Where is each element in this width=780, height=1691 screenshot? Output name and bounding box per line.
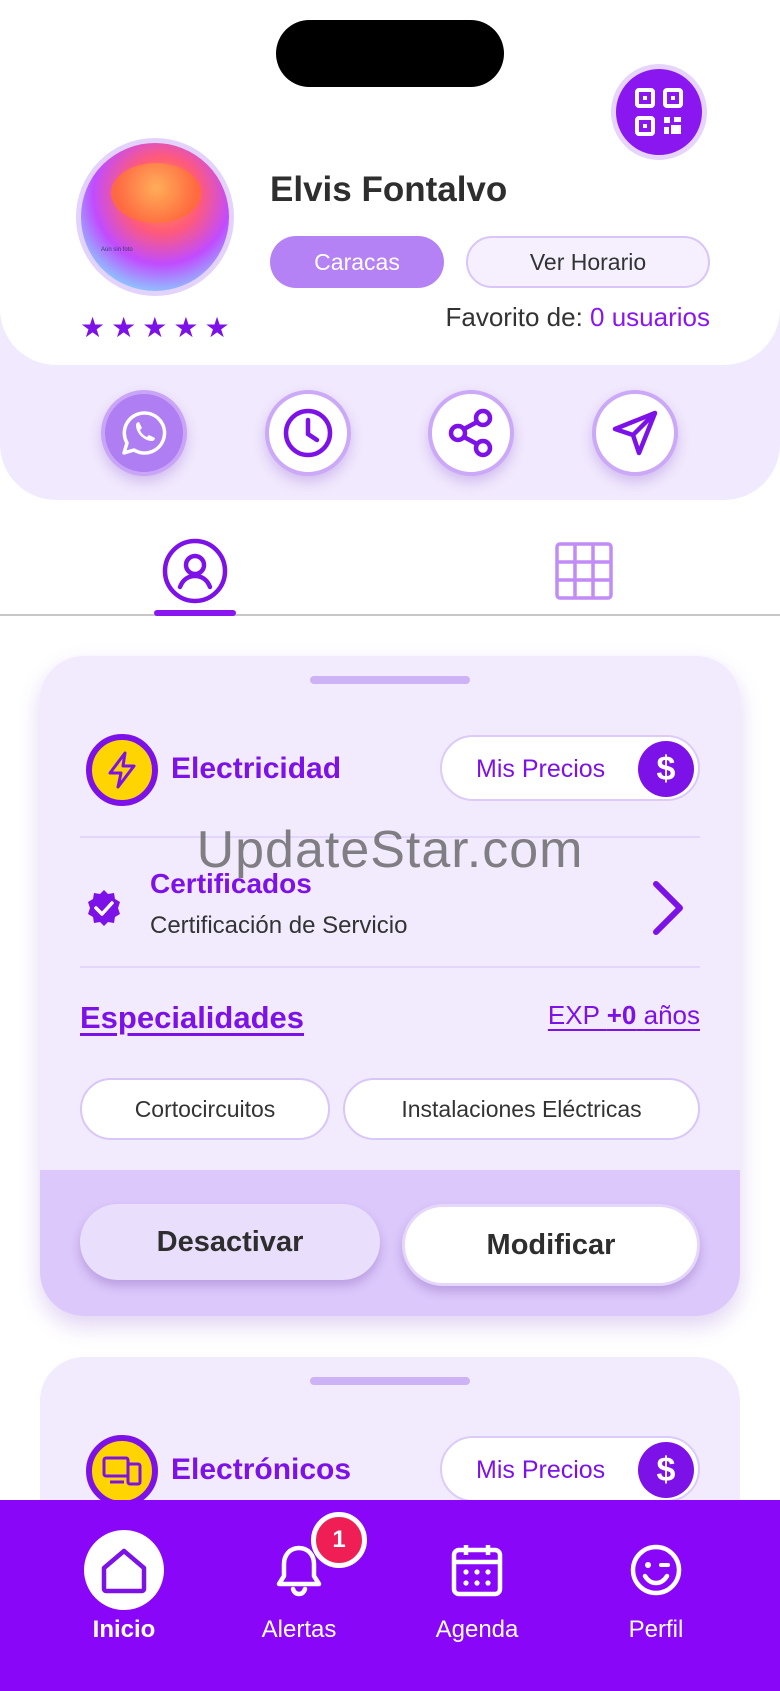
star-icon: ★ <box>173 312 199 343</box>
lightning-icon <box>108 751 136 789</box>
divider <box>80 966 700 968</box>
dollar-icon: $ <box>638 1442 694 1498</box>
star-icon: ★ <box>142 312 168 343</box>
tab-grid[interactable] <box>544 536 624 606</box>
nav-label: Inicio <box>92 1616 156 1643</box>
whatsapp-button[interactable] <box>101 390 187 476</box>
calendar-icon <box>451 1545 503 1597</box>
avatar-image-shape <box>111 163 201 223</box>
favorites-count[interactable]: 0 usuarios <box>590 302 710 332</box>
bottom-navigation: Inicio Alertas Agenda Perfil <box>0 1500 780 1691</box>
qr-code-icon <box>635 88 683 136</box>
specialty-chip[interactable]: Instalaciones Eléctricas <box>343 1078 700 1140</box>
verified-badge-icon <box>88 890 120 926</box>
profile-icon <box>162 538 228 604</box>
camera-notch <box>276 20 504 87</box>
experience-link[interactable]: EXP +0 años <box>440 1000 700 1031</box>
home-icon-wrapper <box>84 1530 164 1610</box>
nav-item-perfil[interactable]: Perfil <box>576 1500 736 1691</box>
active-tab-indicator <box>154 610 236 616</box>
tab-profile[interactable] <box>155 536 235 606</box>
certificates-subtitle: Certificación de Servicio <box>150 912 408 939</box>
city-pill[interactable]: Caracas <box>270 236 444 288</box>
whatsapp-icon <box>122 411 167 455</box>
chevron-right-icon[interactable] <box>648 878 688 938</box>
star-icon: ★ <box>204 312 230 343</box>
alerts-count-badge: 1 <box>311 1512 367 1568</box>
category-icon-badge <box>86 734 158 806</box>
deactivate-button[interactable]: Desactivar <box>80 1204 380 1280</box>
specialties-title[interactable]: Especialidades <box>80 1000 304 1036</box>
watermark: UpdateStar.com <box>196 821 584 879</box>
my-prices-label: Mis Precios <box>476 755 606 783</box>
devices-icon <box>102 1456 142 1486</box>
avatar[interactable]: Aún sin foto <box>76 138 234 296</box>
home-icon <box>101 1548 147 1594</box>
experience-value: +0 <box>606 1000 637 1030</box>
category-icon-badge <box>86 1435 158 1507</box>
service-card-electricidad: Electricidad Mis Precios $ Certificados … <box>40 656 740 1316</box>
quick-actions <box>0 390 780 480</box>
clock-icon <box>283 408 333 458</box>
specialty-chip[interactable]: Cortocircuitos <box>80 1078 330 1140</box>
my-prices-button[interactable]: Mis Precios $ <box>440 735 700 801</box>
share-button[interactable] <box>428 390 514 476</box>
experience-prefix: EXP <box>547 1000 600 1030</box>
rating-stars: ★ ★ ★ ★ ★ <box>80 314 230 342</box>
calendar-icon-wrapper <box>437 1530 517 1610</box>
nav-item-inicio[interactable]: Inicio <box>44 1500 204 1691</box>
schedule-button[interactable] <box>265 390 351 476</box>
smiley-icon <box>630 1544 682 1596</box>
nav-item-agenda[interactable]: Agenda <box>397 1500 557 1691</box>
star-icon: ★ <box>111 312 137 343</box>
favorites-info: Favorito de: 0 usuarios <box>420 302 711 333</box>
profile-tabs <box>0 530 780 616</box>
send-button[interactable] <box>592 390 678 476</box>
nav-label: Alertas <box>261 1616 337 1643</box>
drag-handle[interactable] <box>310 1377 470 1385</box>
smiley-icon-wrapper <box>616 1530 696 1610</box>
star-icon: ★ <box>80 312 106 343</box>
category-title: Electricidad <box>171 752 342 785</box>
category-title: Electrónicos <box>171 1453 352 1486</box>
nav-label: Perfil <box>628 1616 684 1643</box>
avatar-caption: Aún sin foto <box>101 247 133 253</box>
my-prices-button[interactable]: Mis Precios $ <box>440 1436 700 1502</box>
experience-suffix: años <box>643 1000 700 1030</box>
modify-button[interactable]: Modificar <box>402 1204 700 1286</box>
profile-name: Elvis Fontalvo <box>270 170 508 209</box>
favorites-label: Favorito de: <box>445 302 583 332</box>
my-prices-label: Mis Precios <box>476 1456 606 1484</box>
nav-label: Agenda <box>435 1616 519 1643</box>
qr-code-button[interactable] <box>611 64 707 160</box>
grid-icon <box>555 542 613 600</box>
send-icon <box>612 410 658 456</box>
view-schedule-button[interactable]: Ver Horario <box>466 236 710 288</box>
share-icon <box>448 408 493 458</box>
drag-handle[interactable] <box>310 676 470 684</box>
dollar-icon: $ <box>638 741 694 797</box>
